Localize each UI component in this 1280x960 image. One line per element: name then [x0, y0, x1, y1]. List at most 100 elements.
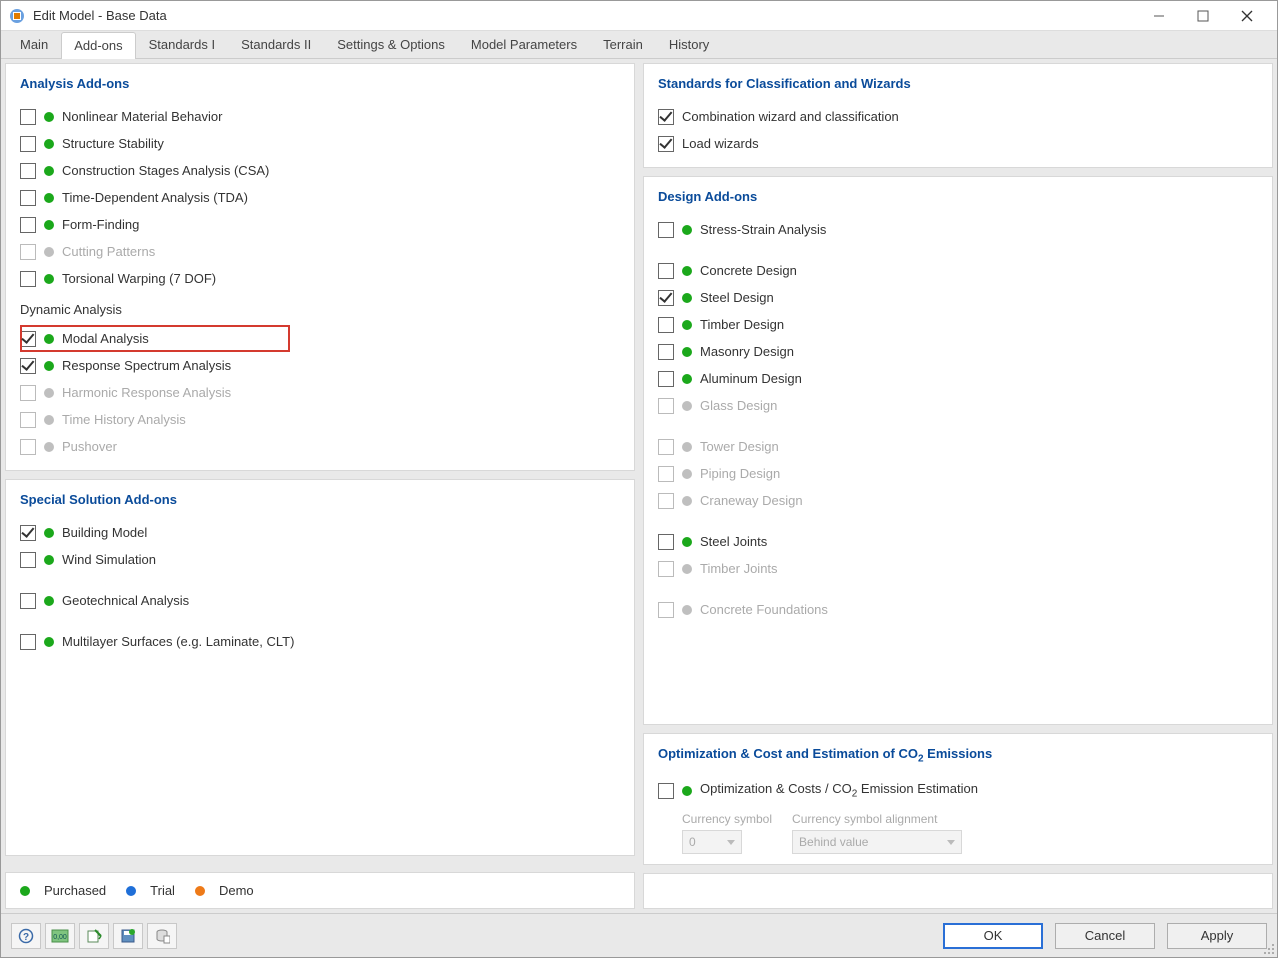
tab-history[interactable]: History [656, 31, 722, 58]
item-label: Modal Analysis [62, 331, 149, 346]
design-item-0-0[interactable]: Stress-Strain Analysis [658, 216, 1258, 243]
analysis-item-1[interactable]: Structure Stability [20, 130, 620, 157]
checkbox[interactable] [658, 222, 674, 238]
minimize-button[interactable] [1137, 2, 1181, 30]
dynamic-item-1[interactable]: Response Spectrum Analysis [20, 352, 620, 379]
checkbox[interactable] [658, 136, 674, 152]
design-item-1-0[interactable]: Concrete Design [658, 257, 1258, 284]
item-label: Timber Design [700, 317, 784, 332]
status-dot [44, 193, 54, 203]
item-label: Masonry Design [700, 344, 794, 359]
dynamic-item-0[interactable]: Modal Analysis [20, 325, 290, 352]
status-dot [44, 139, 54, 149]
checkbox[interactable] [20, 358, 36, 374]
dynamic-item-3: Time History Analysis [20, 406, 620, 433]
checkbox[interactable] [658, 317, 674, 333]
analysis-item-0[interactable]: Nonlinear Material Behavior [20, 103, 620, 130]
alignment-select[interactable]: Behind value [792, 830, 962, 854]
database-icon[interactable] [147, 923, 177, 949]
standards-panel: Standards for Classification and Wizards… [643, 63, 1273, 168]
checkbox[interactable] [20, 109, 36, 125]
currency-select[interactable]: 0 [682, 830, 742, 854]
status-dot [682, 320, 692, 330]
standards-item-0[interactable]: Combination wizard and classification [658, 103, 1258, 130]
analysis-addons-panel: Analysis Add-ons Nonlinear Material Beha… [5, 63, 635, 471]
edit-model-dialog: Edit Model - Base Data MainAdd-onsStanda… [0, 0, 1278, 958]
tab-add-ons[interactable]: Add-ons [61, 32, 135, 59]
item-label: Structure Stability [62, 136, 164, 151]
design-item-1-1[interactable]: Steel Design [658, 284, 1258, 311]
cancel-button[interactable]: Cancel [1055, 923, 1155, 949]
resize-grip-icon[interactable] [1263, 943, 1275, 955]
item-label: Response Spectrum Analysis [62, 358, 231, 373]
checkbox [658, 602, 674, 618]
close-button[interactable] [1225, 2, 1269, 30]
analysis-item-6[interactable]: Torsional Warping (7 DOF) [20, 265, 620, 292]
item-label: Time-Dependent Analysis (TDA) [62, 190, 248, 205]
design-item-1-4[interactable]: Aluminum Design [658, 365, 1258, 392]
ok-button[interactable]: OK [943, 923, 1043, 949]
special-item-1-0[interactable]: Geotechnical Analysis [20, 587, 620, 614]
currency-label: Currency symbol [682, 812, 772, 826]
export-icon[interactable] [79, 923, 109, 949]
app-icon [9, 8, 25, 24]
design-addons-title: Design Add-ons [658, 189, 1258, 204]
help-icon[interactable]: ? [11, 923, 41, 949]
analysis-item-2[interactable]: Construction Stages Analysis (CSA) [20, 157, 620, 184]
checkbox[interactable] [20, 331, 36, 347]
standards-item-1[interactable]: Load wizards [658, 130, 1258, 157]
checkbox[interactable] [658, 344, 674, 360]
tab-model-parameters[interactable]: Model Parameters [458, 31, 590, 58]
special-item-0-0[interactable]: Building Model [20, 519, 620, 546]
item-label: Craneway Design [700, 493, 803, 508]
checkbox[interactable] [20, 593, 36, 609]
empty-panel [643, 873, 1273, 909]
checkbox [20, 244, 36, 260]
design-item-1-2[interactable]: Timber Design [658, 311, 1258, 338]
tab-standards-i[interactable]: Standards I [136, 31, 229, 58]
design-item-1-5: Glass Design [658, 392, 1258, 419]
apply-button[interactable]: Apply [1167, 923, 1267, 949]
checkbox[interactable] [658, 371, 674, 387]
checkbox[interactable] [20, 552, 36, 568]
save-icon[interactable] [113, 923, 143, 949]
dynamic-item-2: Harmonic Response Analysis [20, 379, 620, 406]
tab-main[interactable]: Main [7, 31, 61, 58]
item-label: Load wizards [682, 136, 759, 151]
tab-standards-ii[interactable]: Standards II [228, 31, 324, 58]
item-label: Geotechnical Analysis [62, 593, 189, 608]
status-dot [682, 401, 692, 411]
checkbox[interactable] [658, 263, 674, 279]
checkbox[interactable] [658, 290, 674, 306]
checkbox[interactable] [20, 136, 36, 152]
design-item-1-3[interactable]: Masonry Design [658, 338, 1258, 365]
design-item-3-0[interactable]: Steel Joints [658, 528, 1258, 555]
optimization-checkbox-row[interactable]: Optimization & Costs / CO2 Emission Esti… [658, 777, 1258, 804]
checkbox[interactable] [20, 271, 36, 287]
status-dot [44, 112, 54, 122]
checkbox[interactable] [20, 217, 36, 233]
checkbox [20, 439, 36, 455]
checkbox[interactable] [20, 163, 36, 179]
design-item-2-0: Tower Design [658, 433, 1258, 460]
status-dot [44, 388, 54, 398]
item-label: Time History Analysis [62, 412, 186, 427]
analysis-item-3[interactable]: Time-Dependent Analysis (TDA) [20, 184, 620, 211]
special-addons-title: Special Solution Add-ons [20, 492, 620, 507]
units-icon[interactable]: 0,00 [45, 923, 75, 949]
tab-terrain[interactable]: Terrain [590, 31, 656, 58]
status-dot [44, 166, 54, 176]
special-item-2-0[interactable]: Multilayer Surfaces (e.g. Laminate, CLT) [20, 628, 620, 655]
checkbox[interactable] [20, 634, 36, 650]
legend-purchased: Purchased [20, 883, 106, 898]
checkbox[interactable] [658, 109, 674, 125]
analysis-item-4[interactable]: Form-Finding [20, 211, 620, 238]
checkbox[interactable] [20, 525, 36, 541]
optimization-checkbox[interactable] [658, 783, 674, 799]
checkbox[interactable] [658, 534, 674, 550]
special-item-0-1[interactable]: Wind Simulation [20, 546, 620, 573]
maximize-button[interactable] [1181, 2, 1225, 30]
tab-settings-options[interactable]: Settings & Options [324, 31, 458, 58]
status-dot [682, 537, 692, 547]
checkbox[interactable] [20, 190, 36, 206]
